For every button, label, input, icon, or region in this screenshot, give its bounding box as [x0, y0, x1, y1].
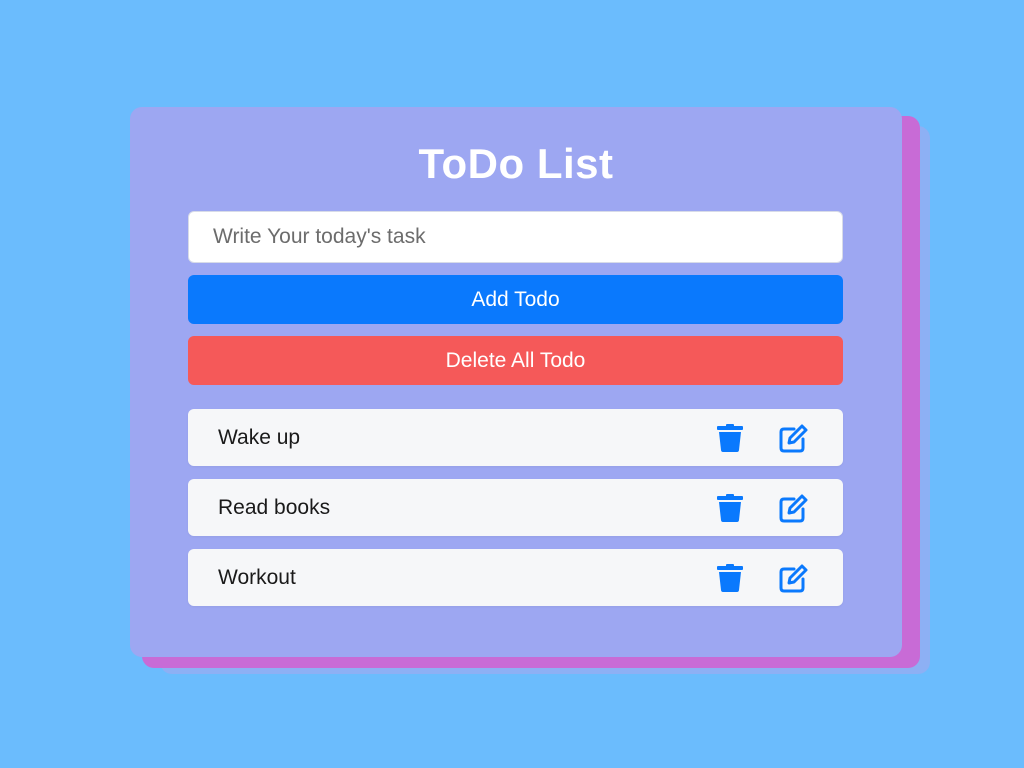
- list-item: Read books: [188, 479, 843, 536]
- edit-icon[interactable]: [776, 563, 810, 593]
- todo-card: ToDo List Add Todo Delete All Todo Wake …: [130, 107, 902, 657]
- todo-text: Workout: [218, 566, 296, 589]
- todo-list: Wake up Read books Workout: [188, 409, 843, 619]
- todo-text: Read books: [218, 496, 331, 519]
- list-item: Wake up: [188, 409, 843, 466]
- todo-text: Wake up: [218, 426, 301, 449]
- add-todo-button[interactable]: Add Todo: [188, 275, 843, 324]
- list-item: Workout: [188, 549, 843, 606]
- task-input[interactable]: [188, 211, 843, 263]
- page-title: ToDo List: [418, 140, 614, 187]
- edit-icon[interactable]: [776, 423, 810, 453]
- trash-icon[interactable]: [713, 493, 747, 523]
- trash-icon[interactable]: [713, 563, 747, 593]
- delete-all-todo-button[interactable]: Delete All Todo: [188, 336, 843, 385]
- trash-icon[interactable]: [713, 423, 747, 453]
- edit-icon[interactable]: [776, 493, 810, 523]
